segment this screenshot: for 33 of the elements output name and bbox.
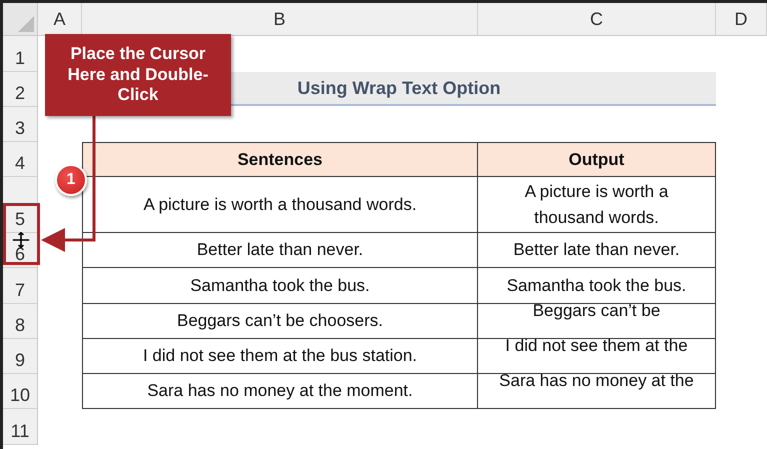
row-header[interactable]: 11 <box>3 409 38 445</box>
table-cell: Samantha took the bus. <box>82 268 478 304</box>
row-header[interactable]: 3 <box>3 107 38 142</box>
column-header[interactable]: A <box>38 3 82 36</box>
column-header[interactable]: C <box>478 3 716 36</box>
table-cell: Better late than never. <box>82 233 478 268</box>
table-header-cell: Sentences <box>82 142 478 177</box>
table-cell: Better late than never. <box>478 233 716 268</box>
row-header[interactable]: 7 <box>3 268 38 304</box>
row-header[interactable]: 10 <box>3 374 38 409</box>
table-cell: A picture is worth a thousand words. <box>82 177 478 233</box>
table-cell: Beggars can’t be <box>478 304 716 339</box>
table-cell: Sara has no money at the moment. <box>82 374 478 409</box>
select-all-corner[interactable] <box>3 3 38 36</box>
row-header[interactable]: 4 <box>3 142 38 177</box>
column-header[interactable]: D <box>716 3 767 36</box>
column-header[interactable]: B <box>82 3 478 36</box>
table-cell: I did not see them at the bus station. <box>82 339 478 374</box>
table-header-cell: Output <box>478 142 716 177</box>
row-header[interactable]: 2 <box>3 72 38 107</box>
row-header[interactable]: 9 <box>3 339 38 374</box>
table-cell: Beggars can’t be choosers. <box>82 304 478 339</box>
row-header[interactable]: 8 <box>3 304 38 339</box>
callout: Place the Cursor Here and Double-Click <box>45 34 231 116</box>
row-header[interactable]: 1 <box>3 36 38 72</box>
highlight-frame <box>3 203 40 265</box>
resize-cursor-icon <box>12 232 30 248</box>
table-cell: Sara has no money at the <box>478 374 716 409</box>
step-badge: 1 <box>55 164 87 196</box>
table-cell: Samantha took the bus. <box>478 268 716 304</box>
table-cell: I did not see them at the <box>478 339 716 374</box>
table-cell: A picture is worth a thousand words. <box>478 177 716 233</box>
corner-triangle-icon <box>18 16 34 32</box>
